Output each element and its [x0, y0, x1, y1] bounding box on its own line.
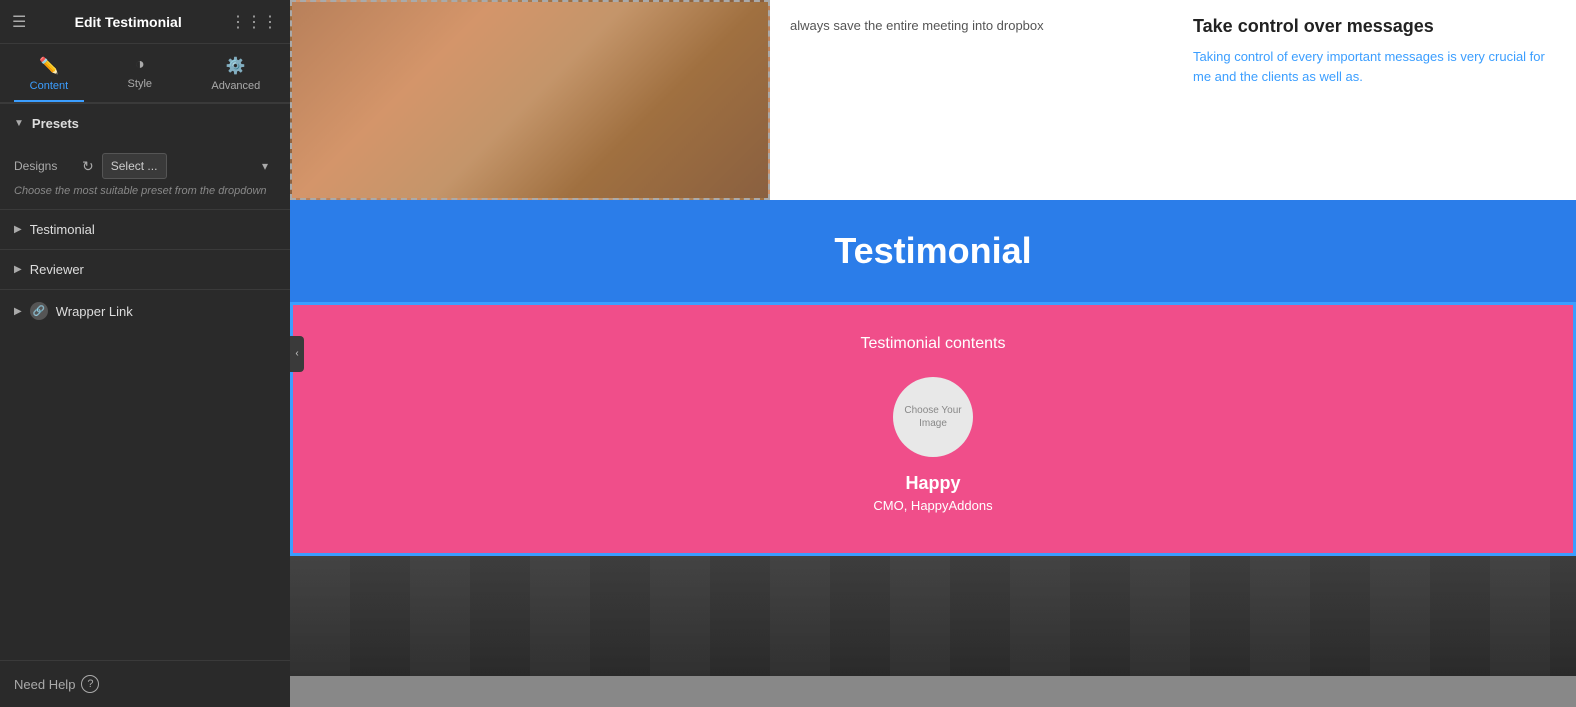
designs-label: Designs	[14, 159, 74, 173]
reviewer-label: Reviewer	[30, 262, 84, 277]
text-col-left: always save the entire meeting into drop…	[770, 0, 1173, 200]
presets-label: Presets	[32, 116, 79, 131]
preset-hint: Choose the most suitable preset from the…	[14, 185, 276, 197]
tab-content[interactable]: ✏️ Content	[14, 50, 85, 102]
refresh-icon[interactable]: ↻	[82, 158, 94, 175]
bottom-image-section	[290, 556, 1576, 676]
pink-section: Testimonial contents Choose Your Image H…	[290, 302, 1576, 556]
style-icon: ◑	[135, 56, 145, 74]
canvas-area: always save the entire meeting into drop…	[290, 0, 1576, 707]
testimonial-label: Testimonial	[30, 222, 95, 237]
tab-content-label: Content	[30, 80, 69, 92]
tab-advanced-label: Advanced	[211, 80, 260, 92]
right-text-columns: always save the entire meeting into drop…	[770, 0, 1576, 200]
hand-image	[290, 0, 770, 200]
text-col-left-content: always save the entire meeting into drop…	[790, 16, 1153, 36]
reviewer-title: CMO, HappyAddons	[313, 498, 1553, 513]
reviewer-chevron: ▶	[14, 264, 22, 275]
top-image-section: always save the entire meeting into drop…	[290, 0, 1576, 200]
avatar: Choose Your Image	[893, 377, 973, 457]
avatar-text: Choose Your Image	[893, 404, 973, 430]
testimonial-chevron: ▶	[14, 224, 22, 235]
blue-heading: Testimonial	[310, 230, 1556, 272]
testimonial-contents: Testimonial contents	[313, 335, 1553, 353]
left-panel: ☰ Edit Testimonial ⋮⋮⋮ ✏️ Content ◑ Styl…	[0, 0, 290, 707]
reviewer-name: Happy	[313, 473, 1553, 494]
panel-title: Edit Testimonial	[75, 14, 182, 30]
designs-row: Designs ↻ Select ... Preset 1 Preset 2 P…	[14, 153, 276, 179]
need-help-section: Need Help ?	[0, 660, 290, 707]
accordion-wrapper-link: ▶ 🔗 Wrapper Link	[0, 289, 290, 332]
need-help-label: Need Help	[14, 677, 75, 692]
accordion-testimonial: ▶ Testimonial	[0, 209, 290, 249]
wrapper-link-label: Wrapper Link	[56, 304, 133, 319]
wrapper-link-icon: 🔗	[30, 302, 48, 320]
wrapper-link-chevron: ▶	[14, 306, 22, 317]
select-wrapper: Select ... Preset 1 Preset 2 Preset 3	[102, 153, 276, 179]
grid-icon[interactable]: ⋮⋮⋮	[230, 12, 278, 32]
accordion-wrapper-link-header[interactable]: ▶ 🔗 Wrapper Link	[0, 290, 290, 332]
tab-advanced[interactable]: ⚙️ Advanced	[195, 50, 276, 102]
presets-content: Designs ↻ Select ... Preset 1 Preset 2 P…	[0, 143, 290, 209]
blue-section: Testimonial	[290, 200, 1576, 302]
help-icon[interactable]: ?	[81, 675, 99, 693]
tab-style[interactable]: ◑ Style	[112, 50, 168, 102]
hamburger-icon[interactable]: ☰	[12, 12, 26, 32]
collapse-handle[interactable]: ‹	[290, 336, 304, 372]
presets-header[interactable]: ▼ Presets	[0, 103, 290, 143]
content-icon: ✏️	[39, 56, 59, 76]
tab-style-label: Style	[128, 78, 152, 90]
right-heading: Take control over messages	[1193, 16, 1556, 37]
tab-bar: ✏️ Content ◑ Style ⚙️ Advanced	[0, 44, 290, 103]
accordion-reviewer-header[interactable]: ▶ Reviewer	[0, 250, 290, 289]
presets-chevron: ▼	[14, 118, 24, 129]
top-bar: ☰ Edit Testimonial ⋮⋮⋮	[0, 0, 290, 44]
designs-select[interactable]: Select ... Preset 1 Preset 2 Preset 3	[102, 153, 167, 179]
accordion-testimonial-header[interactable]: ▶ Testimonial	[0, 210, 290, 249]
advanced-icon: ⚙️	[226, 56, 246, 76]
right-text: Taking control of every important messag…	[1193, 47, 1556, 86]
panel-body: ▼ Presets Designs ↻ Select ... Preset 1 …	[0, 103, 290, 660]
text-col-right: Take control over messages Taking contro…	[1173, 0, 1576, 200]
accordion-reviewer: ▶ Reviewer	[0, 249, 290, 289]
